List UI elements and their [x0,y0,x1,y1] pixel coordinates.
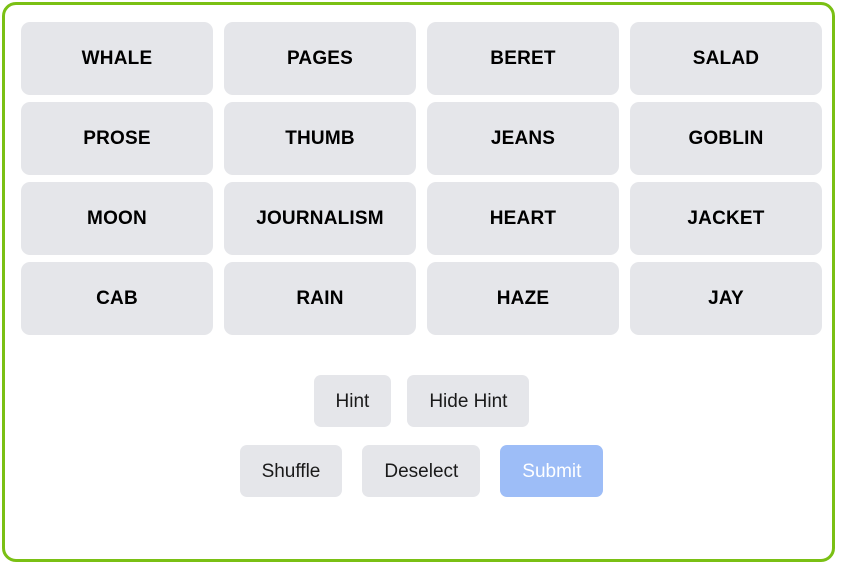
submit-button[interactable]: Submit [500,445,604,497]
word-tile-label: PROSE [83,128,151,149]
word-tile[interactable]: JEANS [427,102,619,175]
action-button-row: Shuffle Deselect Submit [5,445,832,497]
game-frame: WHALE PAGES BERET SALAD PROSE THUMB JEANS GOBLI… [2,2,835,562]
word-tile-label: CAB [96,288,138,309]
word-tile[interactable]: WHALE [21,22,213,95]
word-tile[interactable]: THUMB [224,102,416,175]
word-tile[interactable]: HEART [427,182,619,255]
word-tile-label: JAY [708,288,744,309]
word-tile-label: THUMB [285,128,355,149]
hint-button-row: Hint Hide Hint [5,375,832,427]
word-tile[interactable]: RAIN [224,262,416,335]
word-tile[interactable]: BERET [427,22,619,95]
word-tile[interactable]: HAZE [427,262,619,335]
word-tile[interactable]: JOURNALISM [224,182,416,255]
word-tile-label: JEANS [490,128,556,149]
word-tile-label: HEART [489,208,557,229]
word-tile[interactable]: JACKET [630,182,822,255]
word-tile[interactable]: SALAD [630,22,822,95]
word-tile-label: MOON [87,208,147,229]
word-tile-label: SALAD [692,48,760,69]
word-tile[interactable]: GOBLIN [630,102,822,175]
word-tile[interactable]: JAY [630,262,822,335]
word-tile-label: PAGES [286,48,354,69]
deselect-button[interactable]: Deselect [362,445,481,497]
word-tile-label: WHALE [81,48,153,69]
word-tile[interactable]: PROSE [21,102,213,175]
word-tile[interactable]: CAB [21,262,213,335]
shuffle-button[interactable]: Shuffle [239,445,343,497]
word-tile-label: BERET [490,48,556,69]
word-grid: WHALE PAGES BERET SALAD PROSE THUMB JEANS GOBLI… [21,22,822,335]
word-tile-label: GOBLIN [688,128,764,149]
hint-button[interactable]: Hint [313,375,392,427]
hide-hint-button[interactable]: Hide Hint [407,375,530,427]
word-tile[interactable]: MOON [21,182,213,255]
word-tile-label: RAIN [296,288,344,309]
word-tile-label: JOURNALISM [256,208,384,229]
word-tile[interactable]: PAGES [224,22,416,95]
word-tile-label: HAZE [496,288,550,309]
word-tile-label: JACKET [687,208,765,229]
